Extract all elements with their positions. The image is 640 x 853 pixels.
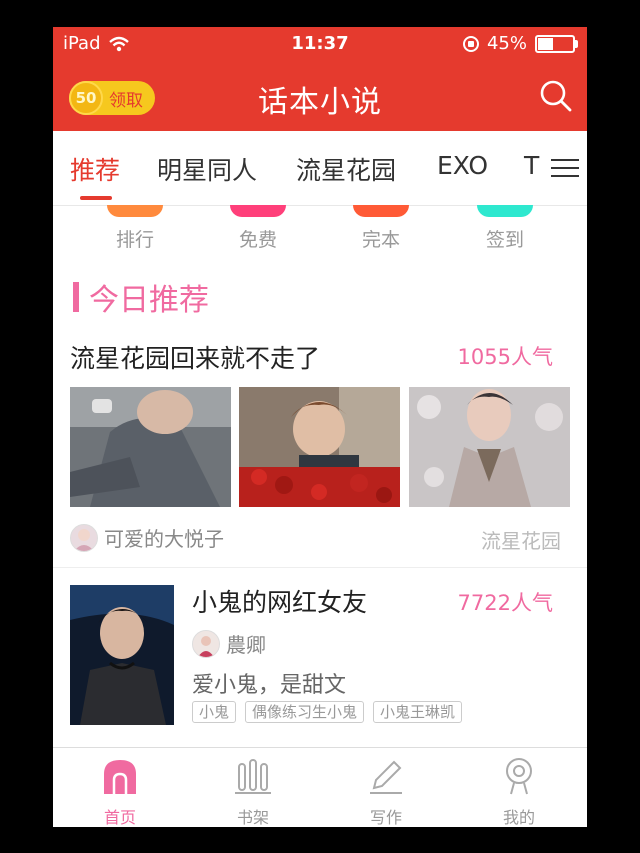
search-icon[interactable] xyxy=(539,79,573,113)
avatar xyxy=(70,523,98,552)
quick-link-label: 签到 xyxy=(485,229,524,251)
section-marker xyxy=(73,282,79,312)
quick-link-free[interactable]: 免费 xyxy=(218,205,298,252)
featured-images[interactable] xyxy=(70,387,570,507)
quick-link-ranking[interactable]: 排行 xyxy=(95,205,175,252)
tag[interactable]: 偶像练习生小鬼 xyxy=(245,701,365,723)
featured-popularity: 1055人气 xyxy=(457,345,553,369)
app-title: 话本小说 xyxy=(258,85,382,120)
tab-exo[interactable]: EXO xyxy=(437,151,488,180)
nav-label: 首页 xyxy=(103,808,136,827)
section-header: 今日推荐 xyxy=(73,275,209,319)
featured-category[interactable]: 流星花园 xyxy=(481,525,561,554)
home-icon xyxy=(104,760,136,794)
book-tags: 小鬼 偶像练习生小鬼 小鬼王琳凯 xyxy=(192,701,463,723)
book-title[interactable]: 小鬼的网红女友 xyxy=(192,583,367,619)
book-description: 爱小鬼，是甜文 xyxy=(192,673,347,698)
category-tabs: 推荐 明星同人 流星花园 EXO TI xyxy=(53,131,587,206)
bottom-nav: 首页 书架 写作 我的 xyxy=(53,747,587,827)
featured-photo-1 xyxy=(70,387,231,507)
nav-write[interactable]: 写作 xyxy=(341,756,431,827)
free-icon xyxy=(230,205,286,217)
author-name: 農卿 xyxy=(226,633,266,657)
featured-book-title[interactable]: 流星花园回来就不走了 xyxy=(70,339,320,375)
rotation-lock-icon xyxy=(462,35,479,52)
book-author[interactable]: 農卿 xyxy=(192,629,266,658)
bookshelf-icon xyxy=(235,759,271,794)
featured-author[interactable]: 可爱的大悦子 xyxy=(70,523,224,552)
divider xyxy=(53,567,587,568)
tag[interactable]: 小鬼 xyxy=(192,701,237,723)
profile-icon xyxy=(506,758,532,795)
header-bar: iPad 11:37 45% 50 领取 话本小说 xyxy=(53,27,587,131)
tab-recommend[interactable]: 推荐 xyxy=(70,151,120,187)
pencil-icon xyxy=(370,760,402,794)
status-bar: iPad 11:37 45% xyxy=(53,27,587,59)
quick-link-completed[interactable]: 完本 xyxy=(341,205,421,252)
featured-photo-2 xyxy=(239,387,400,507)
nav-bookshelf[interactable]: 书架 xyxy=(208,756,298,827)
battery-percent: 45% xyxy=(486,33,527,54)
quick-link-label: 完本 xyxy=(361,229,400,251)
nav-label: 写作 xyxy=(369,808,402,827)
battery-icon xyxy=(535,34,578,53)
ranking-icon xyxy=(107,205,163,217)
quick-link-label: 排行 xyxy=(115,229,154,251)
active-tab-indicator xyxy=(80,196,112,200)
featured-photo-3 xyxy=(409,387,570,507)
book-cover[interactable] xyxy=(70,585,174,725)
nav-profile[interactable]: 我的 xyxy=(474,756,564,827)
nav-home[interactable]: 首页 xyxy=(75,756,165,827)
menu-icon[interactable] xyxy=(541,131,587,205)
tab-celebrity-fanfic[interactable]: 明星同人 xyxy=(157,151,257,187)
nav-label: 书架 xyxy=(236,808,269,827)
nav-label: 我的 xyxy=(502,808,535,827)
author-name: 可爱的大悦子 xyxy=(104,527,224,551)
avatar xyxy=(192,629,220,658)
tab-meteor-garden[interactable]: 流星花园 xyxy=(296,151,396,187)
book-popularity: 7722人气 xyxy=(457,591,553,615)
app-screen: iPad 11:37 45% 50 领取 话本小说 推荐 明星同人 流星花园 E… xyxy=(53,27,587,827)
quick-link-label: 免费 xyxy=(238,229,277,251)
section-title: 今日推荐 xyxy=(89,283,209,318)
checkin-icon xyxy=(477,205,533,217)
quick-links: 排行 免费 完本 签到 xyxy=(53,205,587,255)
completed-icon xyxy=(353,205,409,217)
tag[interactable]: 小鬼王琳凯 xyxy=(373,701,463,723)
quick-link-checkin[interactable]: 签到 xyxy=(465,205,545,252)
